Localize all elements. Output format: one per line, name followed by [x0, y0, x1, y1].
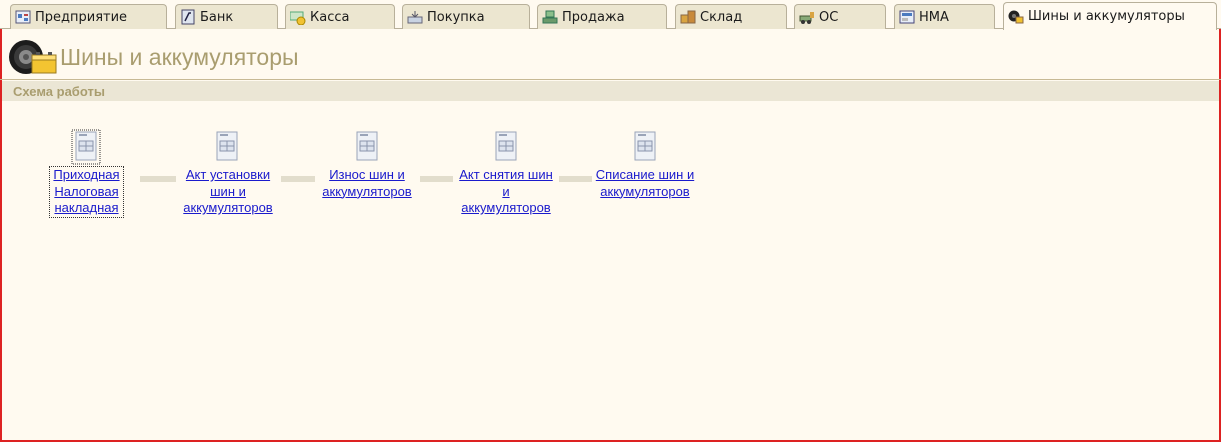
tab-label: Предприятие — [35, 9, 128, 25]
warehouse-icon — [680, 9, 696, 25]
tab-label: Шины и аккумуляторы — [1028, 9, 1185, 24]
tab-strip: Предприятие Банк Касса Покупка Продажа С… — [0, 0, 1221, 30]
tab-label: Продажа — [562, 9, 625, 25]
tires-batteries-icon — [9, 40, 57, 74]
document-icon[interactable] — [212, 129, 242, 165]
tires-batteries-icon — [1008, 9, 1024, 25]
flow-connector — [559, 176, 592, 182]
document-icon[interactable] — [491, 129, 521, 165]
tire-removal-act-link[interactable]: Акт снятия шин и аккумуляторов — [452, 167, 560, 217]
purchase-icon — [407, 9, 423, 25]
tire-write-off-link[interactable]: Списание шин и аккумуляторов — [590, 167, 700, 200]
page-header: Шины и аккумуляторы — [0, 30, 1221, 80]
tab-label: Касса — [310, 9, 350, 25]
tab-warehouse[interactable]: Склад — [675, 4, 787, 29]
document-icon[interactable] — [630, 129, 660, 165]
tab-label: ОС — [819, 9, 839, 25]
tire-wear-link[interactable]: Износ шин и аккумуляторов — [313, 167, 421, 200]
flow-connector — [420, 176, 453, 182]
enterprise-icon — [15, 9, 31, 25]
tab-intangible-assets[interactable]: НМА — [894, 4, 995, 29]
section-header: Схема работы — [2, 81, 1219, 101]
tab-fixed-assets[interactable]: ОС — [794, 4, 886, 29]
document-icon[interactable] — [71, 129, 101, 165]
tire-installation-act-link[interactable]: Акт установки шин и аккумуляторов — [175, 167, 281, 217]
intangible-assets-icon — [899, 9, 915, 25]
tab-sale[interactable]: Продажа — [537, 4, 667, 29]
tab-tires-batteries[interactable]: Шины и аккумуляторы — [1003, 2, 1217, 30]
page-title: Шины и аккумуляторы — [60, 44, 299, 70]
tab-purchase[interactable]: Покупка — [402, 4, 530, 29]
tab-label: Банк — [200, 9, 234, 25]
fixed-assets-icon — [799, 9, 815, 25]
cash-icon — [289, 9, 306, 26]
bank-icon — [180, 9, 196, 25]
tab-label: Склад — [700, 9, 743, 25]
flow-connector — [140, 176, 176, 182]
sale-icon — [542, 9, 558, 25]
tab-label: НМА — [919, 9, 949, 25]
tab-label: Покупка — [427, 9, 485, 25]
tab-cash[interactable]: Касса — [285, 4, 395, 29]
tab-bank[interactable]: Банк — [175, 4, 278, 29]
document-icon[interactable] — [352, 129, 382, 165]
section-title: Схема работы — [13, 84, 105, 99]
tab-enterprise[interactable]: Предприятие — [10, 4, 167, 29]
incoming-tax-invoice-link[interactable]: Приходная Налоговая накладная — [49, 166, 124, 218]
flow-connector — [281, 176, 315, 182]
